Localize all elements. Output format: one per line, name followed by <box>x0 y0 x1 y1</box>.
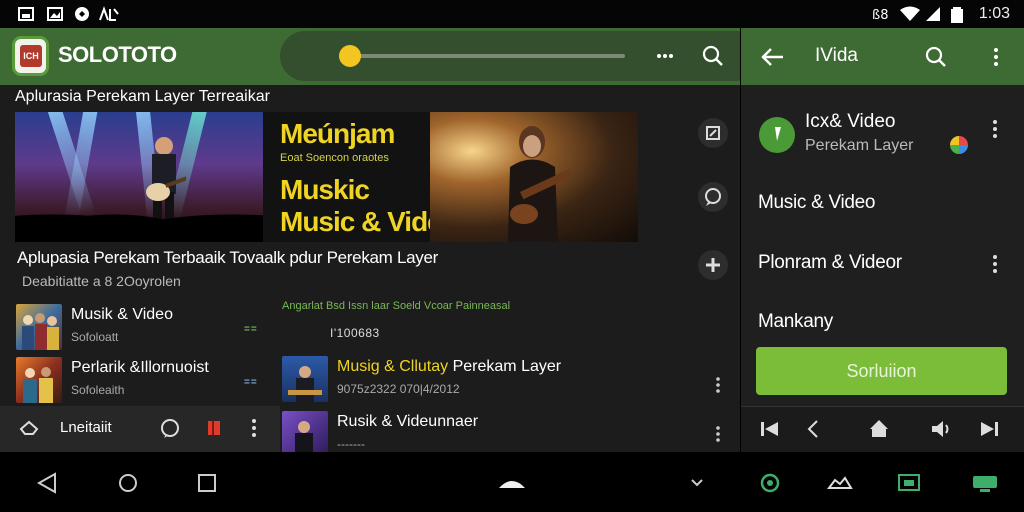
list-item-badge: == <box>244 324 258 335</box>
nav-handle-icon[interactable] <box>497 470 527 496</box>
cast-icon[interactable] <box>894 470 924 496</box>
nav-back-icon[interactable] <box>33 470 63 496</box>
bottom-controls: Lneitaiit <box>0 406 280 452</box>
clock: 1:03 <box>978 5 1010 22</box>
thumbnail <box>16 357 62 403</box>
primary-action-button[interactable]: Sorluiion <box>756 347 1007 395</box>
notification-icon <box>98 6 120 22</box>
add-button[interactable] <box>698 250 728 280</box>
subheading: Aplupasia Perekam Terbaaik Tovaalk pdur … <box>17 248 438 267</box>
skip-previous-icon[interactable] <box>757 417 783 447</box>
app-logo[interactable]: ICH <box>12 36 49 76</box>
search-icon[interactable] <box>921 42 951 72</box>
subcaption: Deabitiatte a 8 2Ooyrolen <box>22 273 181 289</box>
section-heading: Aplurasia Perekam Layer Terreaikar <box>15 88 270 105</box>
comment-button[interactable] <box>698 182 728 212</box>
list-item[interactable]: Musik & Video Sofoloatt == <box>16 304 266 352</box>
more-vertical-icon[interactable] <box>981 42 1011 72</box>
list-item[interactable]: Musig & Cllutay Perekam Layer 9075z2322 … <box>282 356 722 404</box>
more-vertical-icon[interactable] <box>989 119 1001 139</box>
menu-item[interactable]: Plonram & Videor <box>758 252 902 274</box>
system-nav-bar <box>0 452 1024 512</box>
list-item-subtitle: Sofoloatt <box>71 330 119 344</box>
more-vertical-icon[interactable] <box>241 417 267 444</box>
side-panel-title: IVida <box>815 45 858 66</box>
main-pane: ICH SOLOTOTO Aplurasia Perekam Layer Ter… <box>0 28 740 452</box>
side-panel-header: IVida <box>741 28 1024 85</box>
app-chip-icon <box>950 136 968 154</box>
bottom-label[interactable]: Lneitaiit <box>60 419 112 436</box>
menu-item[interactable]: Music & Video <box>758 192 876 214</box>
thumbnail <box>282 411 328 452</box>
nav-recents-icon[interactable] <box>192 470 222 496</box>
signal-icon <box>924 6 942 22</box>
wifi-icon <box>899 6 921 22</box>
chevron-left-icon[interactable] <box>800 417 826 447</box>
hero-banner[interactable]: Meúnjam Eoat Soencon oraotes Muskic Musi… <box>15 112 638 242</box>
record-icon[interactable] <box>201 417 227 444</box>
list-item-title: Rusik & Videunnaer <box>337 413 479 430</box>
list-item-badge: == <box>244 377 258 388</box>
list-item-title: Perlarik &Illornuoist <box>71 359 209 376</box>
nfc-icon: ß8 <box>872 6 892 23</box>
music-note-icon <box>759 117 795 153</box>
more-vertical-icon[interactable] <box>989 254 1001 274</box>
mid-number: I'100683 <box>330 326 380 340</box>
list-item-title-accent: Musig & Cllutay <box>337 358 449 375</box>
list-item-title: Musik & Video <box>71 306 173 323</box>
bookmark-button[interactable] <box>698 118 728 148</box>
hero-line-1: Meúnjam <box>280 118 395 149</box>
slider-knob[interactable] <box>339 45 361 67</box>
player-controls <box>741 406 1024 452</box>
home-icon[interactable] <box>866 417 892 447</box>
singer-image <box>430 112 638 242</box>
mid-caption: Angarlat Bsd Issn laar Soeld Vcoar Painn… <box>282 300 511 312</box>
status-bar: ß8 1:03 <box>0 0 1024 28</box>
hero-line-2: Eoat Soencon oraotes <box>280 152 389 164</box>
thumbnail <box>16 304 62 350</box>
more-vertical-icon[interactable] <box>712 376 724 394</box>
more-vertical-icon[interactable] <box>712 425 724 443</box>
search-icon[interactable] <box>698 41 728 71</box>
battery-icon <box>950 6 964 23</box>
side-panel: IVida Icx& Video Perekam Layer Music & V… <box>741 28 1024 452</box>
card-subtitle: Perekam Layer <box>805 137 914 154</box>
back-arrow-icon[interactable] <box>757 42 787 72</box>
cloud-icon[interactable] <box>825 470 855 496</box>
chevron-down-icon[interactable] <box>682 470 712 496</box>
list-item[interactable]: Rusik & Videunnaer ------- <box>282 411 722 452</box>
refresh-icon[interactable] <box>755 470 785 496</box>
app-title: SOLOTOTO <box>58 42 177 67</box>
home-outline-icon[interactable] <box>16 417 42 444</box>
list-item-title-rest: Perekam Layer <box>452 358 562 375</box>
skip-next-icon[interactable] <box>976 417 1002 447</box>
card-title: Icx& Video <box>805 111 896 132</box>
more-horizontal-icon[interactable] <box>650 41 680 71</box>
hero-line-3: Muskic <box>280 174 370 205</box>
shield-icon <box>74 6 90 22</box>
image-icon <box>47 6 63 22</box>
picture-icon <box>18 6 34 22</box>
logo-mark: ICH <box>20 45 42 67</box>
screen-record-icon[interactable] <box>970 470 1000 496</box>
menu-item[interactable]: Mankany <box>758 311 833 333</box>
hero-text-block: Meúnjam Eoat Soencon oraotes Muskic Musi… <box>278 112 459 242</box>
svg-text:ß8: ß8 <box>872 8 888 22</box>
concert-image <box>15 112 263 242</box>
volume-icon[interactable] <box>928 417 954 447</box>
app-bar: ICH SOLOTOTO <box>0 28 740 85</box>
list-item[interactable]: Perlarik &Illornuoist Sofoleaith == <box>16 357 266 405</box>
thumbnail <box>282 356 328 402</box>
list-item-subtitle: ------- <box>337 437 365 451</box>
chat-icon[interactable] <box>157 417 183 444</box>
list-item-subtitle: Sofoleaith <box>71 383 125 397</box>
progress-slider[interactable] <box>350 54 625 58</box>
nav-home-icon[interactable] <box>113 470 143 496</box>
list-item-title: Musig & Cllutay Perekam Layer <box>337 358 561 376</box>
list-item-subtitle: 9075z2322 070|4/2012 <box>337 382 460 396</box>
